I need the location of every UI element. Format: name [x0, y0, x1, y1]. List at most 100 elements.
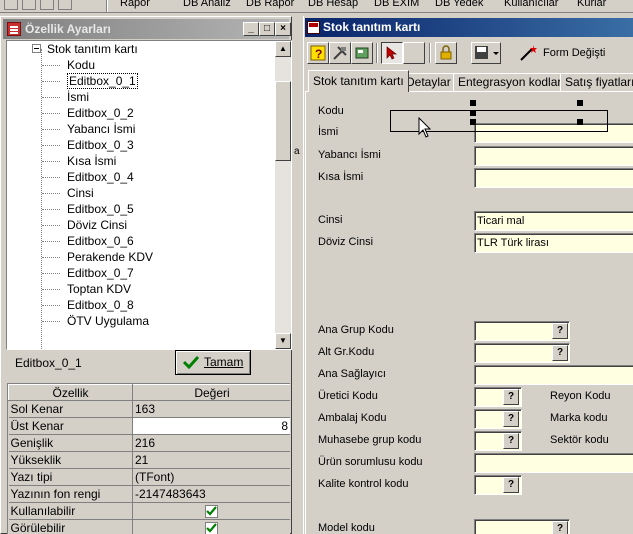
menu-kurlar[interactable]: Kurlar	[577, 0, 606, 9]
tree-item[interactable]: Editbox_0_8	[67, 297, 134, 313]
resize-handle[interactable]	[577, 100, 583, 106]
tree-item[interactable]: Toptan KDV	[67, 281, 131, 297]
tree-item[interactable]: Editbox_0_3	[67, 137, 134, 153]
menu-db-rapor[interactable]: DB Rapor	[246, 0, 294, 9]
doviz-cinsi-input[interactable]: TLR Türk lirası	[474, 233, 633, 253]
tree-item[interactable]: Cinsi	[67, 185, 94, 201]
checkbox-checked-icon[interactable]	[205, 522, 218, 534]
scroll-down-icon[interactable]: ▼	[275, 333, 291, 349]
stock-card-titlebar[interactable]: Stok tanıtım kartı	[305, 18, 633, 37]
property-row[interactable]: Genişlik 216	[8, 434, 290, 452]
tree-item-label: Kısa İsmi	[67, 154, 117, 168]
minimize-button[interactable]: _	[243, 22, 259, 36]
property-row[interactable]: Yazının fon rengi -2147483643	[8, 485, 290, 503]
property-row[interactable]: Yükseklik 21	[8, 451, 290, 469]
tree-item[interactable]: Kısa İsmi	[67, 153, 116, 169]
resize-handle[interactable]	[470, 100, 476, 106]
property-value[interactable]: 21	[132, 451, 290, 469]
tree-item[interactable]: Perakende KDV	[67, 249, 153, 265]
menu-rapor[interactable]: Rapor	[120, 0, 150, 9]
yabanci-ismi-input[interactable]	[474, 146, 633, 166]
urun-sorumlusu-kodu-input[interactable]	[474, 453, 633, 473]
tree-item[interactable]: Editbox_0_7	[67, 265, 134, 281]
cinsi-input[interactable]: Ticari mal	[474, 211, 633, 231]
property-row[interactable]: Görülebilir	[8, 519, 290, 534]
tree-item[interactable]: Editbox_0_6	[67, 233, 134, 249]
property-value[interactable]: -2147483643	[132, 485, 290, 503]
save-dropdown-button[interactable]	[471, 42, 501, 64]
tree-scrollbar[interactable]: ▲ ▼	[275, 41, 291, 349]
model-kodu-lookup-button[interactable]: ?	[552, 521, 568, 534]
tools-button[interactable]	[329, 42, 351, 64]
toolbar-button[interactable]	[4, 0, 18, 10]
resize-handle[interactable]	[470, 119, 476, 125]
menu-db-analiz[interactable]: DB Analiz	[183, 0, 231, 9]
alt-gr-kodu-lookup-button[interactable]: ?	[552, 345, 568, 361]
checkbox-checked-icon[interactable]	[205, 505, 218, 519]
property-checkbox[interactable]	[132, 519, 290, 534]
property-value[interactable]: 216	[132, 434, 290, 452]
tree-item[interactable]: Kodu	[67, 57, 95, 73]
ana-saglayici-input[interactable]	[474, 365, 633, 385]
menu-db-yedek[interactable]: DB Yedek	[435, 0, 483, 9]
ambalaj-kodu-lookup-button[interactable]: ?	[503, 411, 519, 427]
menu-kullanicilar[interactable]: Kullanıcılar	[504, 0, 558, 9]
uretici-kodu-lookup-button[interactable]: ?	[503, 389, 519, 405]
tree-item[interactable]: İsmi	[67, 89, 89, 105]
scroll-up-icon[interactable]: ▲	[275, 41, 291, 57]
tree-item[interactable]: Editbox_0_2	[67, 105, 134, 121]
form-changed-button[interactable]: Form Değişti	[517, 42, 605, 64]
lock-button[interactable]	[435, 42, 457, 64]
maximize-button[interactable]: □	[259, 22, 275, 36]
layout-button[interactable]	[351, 42, 373, 64]
grid-header-property[interactable]: Özellik	[8, 384, 133, 401]
tree-line	[42, 193, 60, 194]
muhasebe-grup-kodu-lookup-button[interactable]: ?	[503, 433, 519, 449]
help-button[interactable]: ?	[307, 42, 329, 64]
tree-item[interactable]: Yabancı İsmi	[67, 121, 135, 137]
properties-panel-titlebar[interactable]: Özellik Ayarları _ □ ×	[3, 19, 291, 39]
tree-item[interactable]: Editbox_0_5	[67, 201, 134, 217]
toolbar-button[interactable]	[58, 0, 72, 10]
toolbar-button[interactable]	[22, 0, 36, 10]
tree-item-label: Editbox_0_2	[67, 106, 134, 120]
grid-header-value[interactable]: Değeri	[132, 384, 290, 401]
resize-handle[interactable]	[470, 110, 476, 116]
toolbar-button[interactable]	[40, 0, 54, 10]
menu-db-exim[interactable]: DB EXIM	[374, 0, 419, 9]
property-row[interactable]: Kullanılabilir	[8, 502, 290, 520]
property-value[interactable]: 8	[132, 417, 290, 435]
close-button[interactable]: ×	[275, 22, 291, 36]
tab-detaylar[interactable]: Detaylar	[401, 73, 456, 92]
label-kodu: Kodu	[318, 105, 344, 117]
tab-satis-fiyatlari[interactable]: Satış fiyatları	[560, 73, 633, 92]
tree-root[interactable]: Stok tanıtım kartı	[47, 41, 138, 57]
ok-button[interactable]: Tamam	[175, 350, 251, 375]
select-pointer-button[interactable]	[381, 42, 403, 64]
kalite-kontrol-kodu-lookup-button[interactable]: ?	[503, 477, 519, 493]
tree-item[interactable]: Döviz Cinsi	[67, 217, 127, 233]
property-checkbox[interactable]	[132, 502, 290, 520]
property-row[interactable]: Sol Kenar 163	[8, 400, 290, 418]
tree-item[interactable]: Editbox_0_4	[67, 169, 134, 185]
property-value[interactable]: (TFont)	[132, 468, 290, 486]
tab-stok-tanitim-karti[interactable]: Stok tanıtım kartı	[308, 70, 409, 92]
tab-entegrasyon-kodlari[interactable]: Entegrasyon kodları	[453, 73, 570, 92]
tree-item[interactable]: ÖTV Uygulama	[67, 313, 149, 329]
scroll-thumb[interactable]	[275, 81, 291, 161]
property-row[interactable]: Üst Kenar 8	[8, 417, 290, 435]
property-row[interactable]: Yazı tipi (TFont)	[8, 468, 290, 486]
layout-icon	[355, 47, 369, 59]
menu-db-hesap[interactable]: DB Hesap	[308, 0, 358, 9]
property-value[interactable]: 163	[132, 400, 290, 418]
resize-handle[interactable]	[577, 119, 583, 125]
tree-item[interactable]: Editbox_0_1	[67, 73, 138, 89]
tree-item-label: Editbox_0_3	[67, 138, 134, 152]
collapse-icon[interactable]	[32, 44, 41, 53]
kisa-ismi-input[interactable]	[474, 168, 633, 188]
component-tree[interactable]: Stok tanıtım kartı Kodu Editbox_0_1 İsmi Ed…	[6, 40, 292, 350]
property-grid: Özellik Değeri Sol Kenar 163 Üst Kenar 8 Gen…	[7, 383, 290, 534]
blank-tool-button[interactable]	[403, 42, 425, 64]
label-kalite-kontrol-kodu: Kalite kontrol kodu	[318, 478, 409, 490]
ana-grup-kodu-lookup-button[interactable]: ?	[552, 323, 568, 339]
